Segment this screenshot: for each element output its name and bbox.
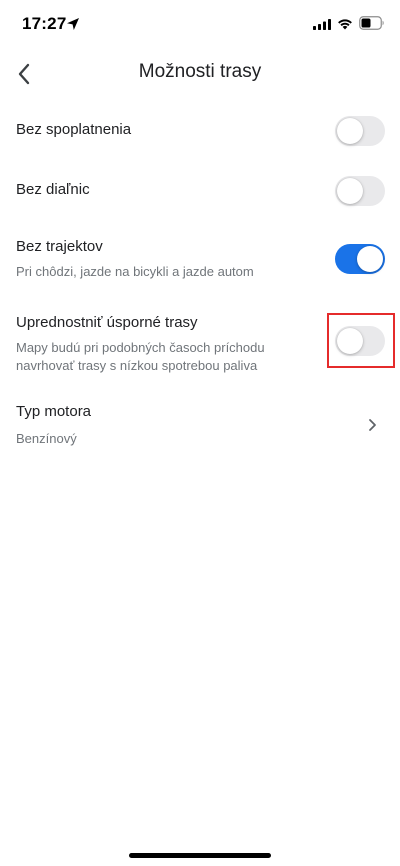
avoid-ferries-toggle[interactable]: [335, 244, 385, 274]
toggle-knob: [337, 118, 363, 144]
header: Možnosti trasy: [0, 52, 400, 96]
engine-type-row[interactable]: Typ motora Benzínový: [0, 394, 400, 456]
engine-type-title: Typ motora: [16, 403, 92, 420]
status-time: 17:27: [22, 14, 67, 33]
status-bar: 17:27: [0, 0, 400, 48]
toggle-knob: [337, 178, 363, 204]
option-subtitle: Pri chôdzi, jazde na bicykli a jazde aut…: [16, 264, 254, 279]
avoid-highways-toggle[interactable]: [335, 176, 385, 206]
toggle-knob: [357, 246, 383, 272]
option-title: Bez trajektov: [16, 238, 103, 255]
option-title: Uprednostniť úsporné trasy: [16, 314, 198, 331]
chevron-right-icon: [369, 419, 376, 431]
avoid-tolls-toggle[interactable]: [335, 116, 385, 146]
option-avoid-highways: Bez diaľnic: [0, 172, 400, 212]
option-subtitle: Mapy budú pri podobných časoch príchodu …: [16, 340, 265, 373]
option-avoid-tolls: Bez spoplatnenia: [0, 112, 400, 152]
wifi-icon: [338, 19, 352, 30]
option-title: Bez diaľnic: [16, 181, 90, 198]
location-arrow-icon: [67, 18, 79, 30]
home-indicator: [129, 853, 271, 858]
cellular-signal-icon: [313, 19, 331, 30]
option-avoid-ferries: Bez trajektov Pri chôdzi, jazde na bicyk…: [0, 230, 400, 286]
highlight-box: [327, 313, 395, 368]
engine-type-value: Benzínový: [16, 431, 77, 446]
battery-icon: [359, 16, 384, 30]
option-title: Bez spoplatnenia: [16, 121, 132, 138]
page-title: Možnosti trasy: [138, 61, 262, 82]
